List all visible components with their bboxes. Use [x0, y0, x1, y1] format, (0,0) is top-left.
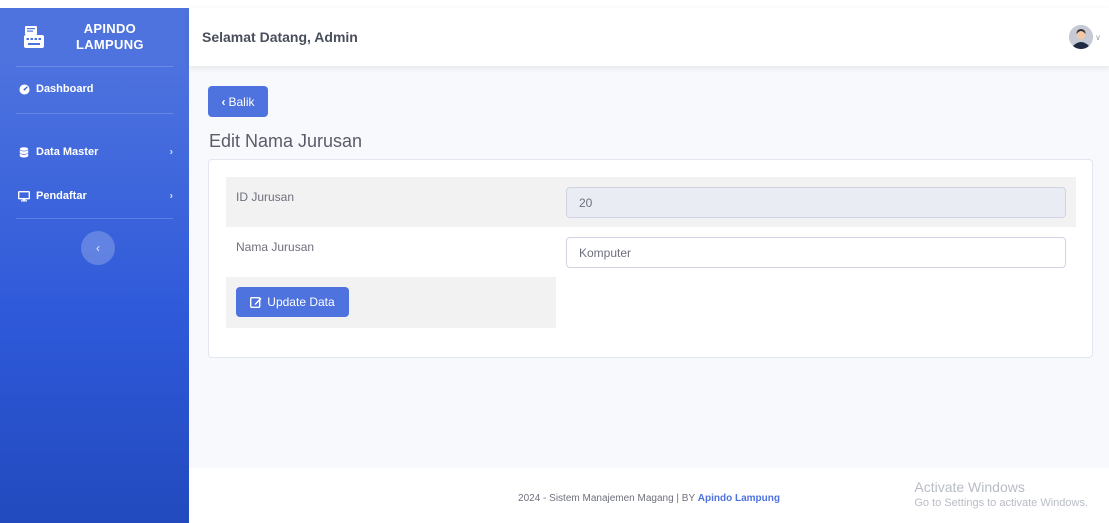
sidebar: APINDO LAMPUNG Dashboard Data Master › P…	[0, 8, 189, 523]
back-button[interactable]: ‹ Balik	[208, 86, 268, 117]
page-title: Edit Nama Jurusan	[209, 131, 363, 151]
user-avatar-icon	[1069, 25, 1094, 49]
sidebar-item-data-master[interactable]: Data Master ›	[0, 130, 189, 174]
id-jurusan-field: 20	[566, 187, 1066, 218]
topbar: Selamat Datang, Admin ∨	[189, 8, 1109, 66]
chevron-right-icon: ›	[169, 146, 173, 158]
chevron-left-icon: ‹	[221, 94, 226, 109]
id-jurusan-label: ID Jurusan	[236, 190, 295, 204]
database-icon	[17, 146, 31, 158]
footer-brand-link[interactable]: Apindo Lampung	[698, 493, 780, 504]
watermark-line2: Go to Settings to activate Windows.	[914, 497, 1088, 509]
topbar-greeting: Selamat Datang, Admin	[202, 29, 358, 45]
sidebar-item-label: Dashboard	[36, 83, 94, 95]
nama-jurusan-input[interactable]: Komputer	[566, 237, 1066, 268]
sidebar-toggle-button[interactable]: ‹	[81, 231, 115, 265]
app-screen: APINDO LAMPUNG Dashboard Data Master › P…	[0, 8, 1109, 523]
activate-windows-watermark: Activate Windows Go to Settings to activ…	[914, 479, 1088, 509]
sidebar-item-label: Pendaftar	[36, 190, 87, 202]
update-data-button[interactable]: Update Data	[236, 287, 349, 317]
brand-line2: LAMPUNG	[76, 37, 144, 52]
sidebar-item-pendaftar[interactable]: Pendaftar ›	[0, 174, 189, 218]
tachometer-icon	[17, 83, 31, 95]
chevron-left-icon: ‹	[96, 241, 100, 255]
form-row-submit: Update Data	[226, 277, 556, 328]
sidebar-divider	[16, 218, 173, 219]
typewriter-icon	[22, 24, 46, 50]
sidebar-item-label: Data Master	[36, 146, 99, 158]
main-content: Selamat Datang, Admin ∨ ‹ Balik Edit Nam…	[189, 8, 1109, 523]
watermark-line1: Activate Windows	[914, 479, 1025, 495]
update-data-label: Update Data	[267, 295, 335, 309]
edit-form-card: ID Jurusan 20 Nama Jurusan Komputer Upda…	[208, 159, 1093, 358]
chevron-down-icon: ∨	[1095, 32, 1101, 42]
sidebar-item-dashboard[interactable]: Dashboard	[0, 67, 189, 111]
edit-icon	[250, 296, 262, 308]
user-menu[interactable]: ∨	[1069, 25, 1101, 49]
nama-jurusan-label: Nama Jurusan	[236, 240, 315, 254]
desktop-icon	[17, 190, 31, 202]
chevron-right-icon: ›	[169, 190, 173, 202]
footer-copyright: 2024 - Sistem Manajemen Magang | BY	[518, 493, 698, 504]
brand-name: APINDO LAMPUNG	[76, 21, 144, 53]
brand-line1: APINDO	[83, 21, 137, 36]
back-button-label: Balik	[228, 94, 255, 109]
sidebar-brand[interactable]: APINDO LAMPUNG	[0, 8, 189, 66]
